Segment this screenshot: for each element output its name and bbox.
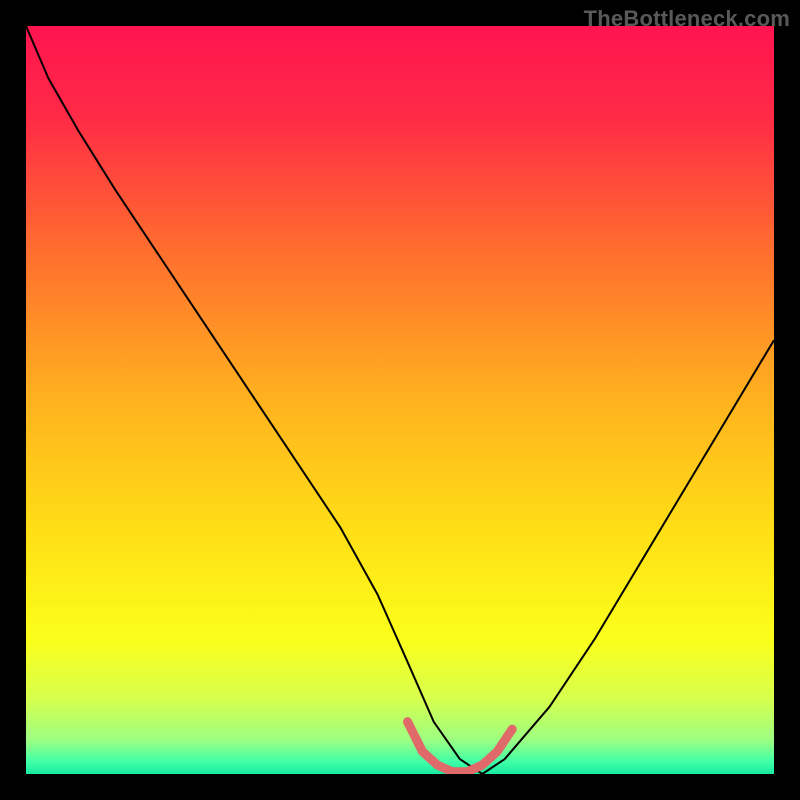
bottleneck-chart bbox=[26, 26, 774, 774]
plot-area bbox=[26, 26, 774, 774]
watermark-text: TheBottleneck.com bbox=[584, 6, 790, 32]
gradient-background bbox=[26, 26, 774, 774]
chart-frame: TheBottleneck.com bbox=[0, 0, 800, 800]
